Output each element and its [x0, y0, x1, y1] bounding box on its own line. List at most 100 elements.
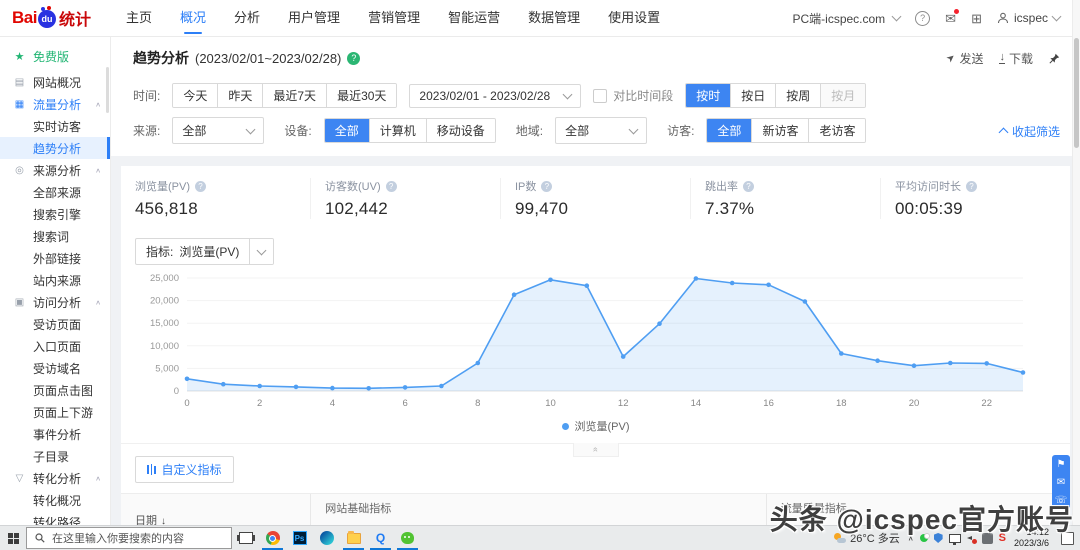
visitor-button[interactable]: 老访客 [808, 119, 866, 142]
sidebar-section-traffic[interactable]: ▦ 流量分析 ∧ [0, 93, 110, 115]
info-icon[interactable]: ? [195, 180, 206, 192]
sidebar-item[interactable]: 转化概况 [0, 489, 110, 511]
sidebar-section-convert[interactable]: ▽ 转化分析 ∧ [0, 467, 110, 489]
sidebar-section-overview[interactable]: ▤ 网站概况 [0, 71, 110, 93]
granularity-button[interactable]: 按周 [775, 84, 821, 107]
feedback-mail-icon[interactable]: ✉ [1052, 473, 1070, 491]
sidebar-item[interactable]: 趋势分析 [0, 137, 110, 159]
start-button[interactable] [0, 526, 26, 550]
granularity-button[interactable]: 按日 [730, 84, 776, 107]
sidebar-item[interactable]: 页面上下游 [0, 401, 110, 423]
user-menu[interactable]: icspec [997, 11, 1062, 25]
sidebar-item[interactable]: 子目录 [0, 445, 110, 467]
page-scrollbar[interactable] [1072, 0, 1080, 526]
scrollbar-thumb[interactable] [1074, 38, 1079, 148]
volume-muted-icon[interactable] [966, 534, 977, 544]
device-button[interactable]: 全部 [324, 119, 369, 142]
quick-range-button[interactable]: 昨天 [217, 84, 263, 107]
hidden-icons-chevron[interactable]: ∧ [908, 534, 914, 541]
apps-icon[interactable]: ⊞ [971, 12, 982, 25]
weather-widget[interactable]: 26°C 多云 [834, 530, 900, 546]
taskbar-clock[interactable]: 14:12 2023/3/6 [1014, 527, 1049, 549]
site-selector[interactable]: PC端-icspec.com [792, 10, 902, 27]
sidebar-item[interactable]: 搜索词 [0, 225, 110, 247]
display-tray-icon[interactable] [948, 533, 961, 545]
chart-legend[interactable]: 浏览量(PV) [121, 414, 1070, 437]
action-center-icon[interactable] [1061, 531, 1074, 545]
top-nav-item[interactable]: 用户管理 [288, 1, 340, 35]
contact-icon[interactable]: ☏ [1052, 491, 1070, 509]
granularity-button[interactable]: 按月 [820, 84, 866, 107]
info-icon[interactable]: ? [743, 180, 754, 192]
sidebar-item[interactable]: 入口页面 [0, 335, 110, 357]
chrome-taskbar-button[interactable] [259, 526, 286, 550]
baidu-tongji-logo[interactable]: Bai du 统计 [0, 6, 116, 30]
info-icon[interactable]: ? [541, 180, 553, 192]
date-column-header[interactable]: 日期 ↓ [121, 493, 311, 527]
table-group-header: 流量质量指标 [765, 493, 1070, 522]
info-icon[interactable]: ? [385, 180, 397, 192]
custom-metric-label: 自定义指标 [161, 463, 222, 477]
region-select[interactable]: 全部 [555, 117, 648, 144]
top-nav-item[interactable]: 智能运营 [448, 1, 500, 35]
sidebar-item[interactable]: 外部链接 [0, 247, 110, 269]
device-button[interactable]: 移动设备 [425, 119, 495, 142]
ime-tray-icon[interactable] [981, 532, 993, 544]
sidebar-section-source[interactable]: ◎ 来源分析 ∧ [0, 159, 110, 181]
top-nav-item[interactable]: 营销管理 [368, 1, 420, 35]
taskbar-right: 26°C 多云 ∧ S 14:12 2023/3/6 [834, 527, 1080, 549]
top-nav-item[interactable]: 分析 [234, 1, 260, 35]
top-nav-item[interactable]: 数据管理 [528, 1, 580, 35]
download-button[interactable]: ↓ 下载 [999, 50, 1033, 67]
file-explorer-taskbar-button[interactable] [340, 526, 367, 550]
top-nav-item[interactable]: 使用设置 [608, 1, 660, 35]
sidebar-item[interactable]: 站内来源 [0, 269, 110, 291]
help-icon[interactable]: ? [915, 10, 931, 26]
task-view-taskbar-button[interactable] [232, 526, 259, 550]
collapse-filter-button[interactable]: 收起筛选 [998, 123, 1060, 140]
custom-metric-button[interactable]: 自定义指标 [135, 456, 234, 483]
top-nav-item[interactable]: 概况 [180, 1, 206, 35]
source-select[interactable]: 全部 [172, 117, 265, 144]
stat-label: 访客数(UV)? [325, 178, 500, 194]
sidebar-item[interactable]: 受访域名 [0, 357, 110, 379]
top-bar: Bai du 统计 主页 概况 分析 用户管理 营销管理 智能运营 数据管理 使用设置 PC端… [0, 0, 1080, 37]
chart-collapse-tab[interactable]: « [572, 443, 619, 457]
pin-button[interactable] [1049, 53, 1060, 64]
quick-range-button[interactable]: 最近7天 [262, 84, 327, 107]
quick-range-button[interactable]: 最近30天 [326, 84, 397, 107]
metric-selector-row: 指标: 浏览量(PV) [121, 225, 1070, 265]
stat-label: 跳出率? [705, 178, 880, 194]
metric-selector[interactable]: 指标: 浏览量(PV) [135, 238, 275, 265]
compare-period-checkbox[interactable]: 对比时间段 [593, 87, 673, 104]
qq-browser-taskbar-button[interactable]: Q [367, 526, 394, 550]
message-icon[interactable]: ✉ [945, 8, 960, 25]
sidebar-item[interactable]: 全部来源 [0, 181, 110, 203]
wechat-taskbar-button[interactable] [394, 526, 421, 550]
date-range-picker[interactable]: 2023/02/01 - 2023/02/28 [409, 83, 582, 108]
sidebar-item[interactable]: 受访页面 [0, 313, 110, 335]
sidebar-section-visit[interactable]: ▣ 访问分析 ∧ [0, 291, 110, 313]
page-date-range: (2023/02/01~2023/02/28) [195, 50, 342, 66]
send-button[interactable]: ➤ 发送 [945, 50, 984, 67]
granularity-button[interactable]: 按时 [686, 84, 731, 107]
quick-range-button[interactable]: 今天 [173, 84, 218, 107]
edge-taskbar-button[interactable] [313, 526, 340, 550]
sogou-tray-icon[interactable]: S [999, 532, 1006, 544]
photoshop-taskbar-button[interactable]: Ps [286, 526, 313, 550]
sidebar-item[interactable]: 页面点击图 [0, 379, 110, 401]
device-button[interactable]: 计算机 [368, 119, 426, 142]
info-icon[interactable]: ? [966, 180, 977, 192]
sidebar-item[interactable]: 事件分析 [0, 423, 110, 445]
wechat-tray-icon[interactable] [919, 533, 930, 542]
sidebar-item[interactable]: 实时访客 [0, 115, 110, 137]
taskbar-search[interactable]: 在这里输入你要搜索的内容 [26, 527, 232, 549]
visitor-button[interactable]: 新访客 [751, 119, 809, 142]
sidebar-version-badge[interactable]: ★ 免费版 [0, 45, 110, 67]
sidebar-item[interactable]: 搜索引擎 [0, 203, 110, 225]
visitor-button[interactable]: 全部 [707, 119, 752, 142]
bookmark-icon[interactable]: ⚑ [1052, 455, 1070, 473]
security-shield-icon[interactable] [933, 533, 943, 543]
title-help-icon[interactable]: ? [347, 51, 361, 65]
top-nav-item[interactable]: 主页 [126, 1, 152, 35]
